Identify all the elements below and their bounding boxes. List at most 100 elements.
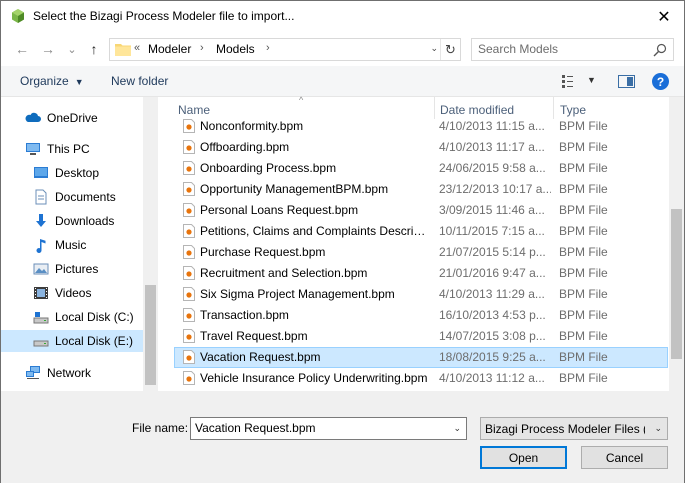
file-date: 10/11/2015 7:15 a... bbox=[439, 224, 545, 238]
file-row[interactable]: Travel Request.bpm 14/07/2015 3:08 p... … bbox=[174, 326, 668, 347]
sidebar-item-this-pc[interactable]: This PC bbox=[1, 138, 143, 160]
file-type: BPM File bbox=[559, 329, 608, 343]
sidebar-item-local-disk-e[interactable]: Local Disk (E:) bbox=[1, 330, 143, 352]
sidebar-item-label: Music bbox=[55, 238, 87, 252]
search-input[interactable] bbox=[478, 42, 648, 56]
main-area: OneDrive This PC Desktop Documents Downl… bbox=[1, 95, 684, 391]
title-bar[interactable]: Select the Bizagi Process Modeler file t… bbox=[1, 1, 684, 32]
sidebar-item-local-disk-c[interactable]: Local Disk (C:) bbox=[1, 306, 143, 328]
close-button[interactable]: ✕ bbox=[644, 1, 684, 32]
sidebar-item-label: Documents bbox=[55, 190, 116, 204]
sidebar-item-videos[interactable]: Videos bbox=[1, 282, 143, 304]
breadcrumb-modeler[interactable]: Modeler bbox=[148, 42, 191, 56]
bpm-file-icon bbox=[183, 140, 195, 154]
music-icon bbox=[36, 239, 46, 253]
refresh-button[interactable]: ↻ bbox=[440, 39, 460, 60]
file-name-combobox[interactable]: ⌄ bbox=[190, 417, 467, 440]
sidebar-item-desktop[interactable]: Desktop bbox=[1, 162, 143, 184]
file-row[interactable]: Recruitment and Selection.bpm 21/01/2016… bbox=[174, 263, 668, 284]
file-date: 21/01/2016 9:47 a... bbox=[439, 266, 546, 280]
downloads-icon bbox=[36, 214, 46, 227]
file-row[interactable]: Six Sigma Project Management.bpm 4/10/20… bbox=[174, 284, 668, 305]
dialog-footer: File name: ⌄ Bizagi Process Modeler File… bbox=[1, 391, 684, 483]
bpm-file-icon bbox=[183, 161, 195, 175]
scrollbar-thumb[interactable] bbox=[145, 285, 156, 385]
preview-pane-icon[interactable] bbox=[618, 75, 635, 88]
forward-arrow-icon: → bbox=[41, 41, 55, 57]
file-row[interactable]: Purchase Request.bpm 21/07/2015 5:14 p..… bbox=[174, 242, 668, 263]
sidebar-item-label: Videos bbox=[55, 286, 92, 300]
cancel-button[interactable]: Cancel bbox=[581, 446, 668, 469]
file-type: BPM File bbox=[559, 245, 608, 259]
bpm-file-icon bbox=[183, 350, 195, 364]
search-icon[interactable] bbox=[653, 43, 667, 57]
file-name: Transaction.bpm bbox=[200, 308, 289, 322]
up-button[interactable]: ↑ bbox=[85, 40, 103, 58]
new-folder-button[interactable]: New folder bbox=[111, 74, 168, 88]
network-icon bbox=[26, 366, 40, 379]
file-list-scrollbar[interactable] bbox=[669, 97, 684, 391]
file-type: BPM File bbox=[559, 182, 608, 196]
sidebar-item-pictures[interactable]: Pictures bbox=[1, 258, 143, 280]
bpm-file-icon bbox=[183, 371, 195, 385]
organize-button[interactable]: Organize ▼ bbox=[20, 74, 84, 88]
back-button[interactable]: ← bbox=[13, 40, 31, 58]
sidebar-item-label: Desktop bbox=[55, 166, 100, 180]
organize-label: Organize bbox=[20, 74, 69, 88]
sidebar-item-documents[interactable]: Documents bbox=[1, 186, 143, 208]
file-row[interactable]: Nonconformity.bpm 4/10/2013 11:15 a... B… bbox=[174, 116, 668, 137]
file-row[interactable]: Opportunity ManagementBPM.bpm 23/12/2013… bbox=[174, 179, 668, 200]
file-date: 24/06/2015 9:58 a... bbox=[439, 161, 546, 175]
chevron-down-icon[interactable]: ⌄ bbox=[453, 423, 461, 434]
chevron-down-icon[interactable]: ⌄ bbox=[654, 423, 662, 434]
file-row[interactable]: Offboarding.bpm 4/10/2013 11:17 a... BPM… bbox=[174, 137, 668, 158]
column-header-name[interactable]: Name bbox=[178, 103, 210, 117]
file-name-input[interactable] bbox=[195, 421, 445, 435]
column-header-date-modified[interactable]: Date modified bbox=[440, 103, 514, 117]
forward-button[interactable]: → bbox=[39, 40, 57, 58]
file-list: ^ Name Date modified Type Nonconformity.… bbox=[158, 95, 669, 391]
file-row[interactable]: Vehicle Insurance Policy Underwriting.bp… bbox=[174, 368, 668, 389]
navigation-row: ← → ⌄ ↑ « Modeler › Models › ⌄ ↻ bbox=[1, 32, 684, 66]
column-header-type[interactable]: Type bbox=[560, 103, 586, 117]
sidebar-item-downloads[interactable]: Downloads bbox=[1, 210, 143, 232]
breadcrumb-separator-icon[interactable]: › bbox=[200, 42, 204, 54]
address-bar[interactable]: « Modeler › Models › ⌄ ↻ bbox=[109, 38, 461, 61]
view-options-icon[interactable] bbox=[562, 75, 580, 88]
file-name: Opportunity ManagementBPM.bpm bbox=[200, 182, 389, 196]
file-type-select[interactable]: Bizagi Process Modeler Files (*.bpm) ⌄ bbox=[480, 417, 668, 440]
file-row-selected[interactable]: Vacation Request.bpm 18/08/2015 9:25 a..… bbox=[174, 347, 668, 368]
file-row[interactable]: Personal Loans Request.bpm 3/09/2015 11:… bbox=[174, 200, 668, 221]
bizagi-app-icon bbox=[12, 9, 24, 23]
file-type: BPM File bbox=[559, 203, 608, 217]
file-row[interactable]: Onboarding Process.bpm 24/06/2015 9:58 a… bbox=[174, 158, 668, 179]
breadcrumb-separator-icon[interactable]: › bbox=[266, 42, 270, 54]
caret-down-icon: ▼ bbox=[74, 77, 84, 87]
scrollbar-thumb[interactable] bbox=[671, 209, 682, 359]
bpm-file-icon bbox=[183, 245, 195, 259]
file-type: BPM File bbox=[559, 287, 608, 301]
sidebar-item-label: OneDrive bbox=[47, 111, 98, 125]
help-icon[interactable]: ? bbox=[652, 73, 669, 90]
recent-locations-button[interactable]: ⌄ bbox=[63, 40, 81, 58]
file-row[interactable]: Petitions, Claims and Complaints Descrip… bbox=[174, 221, 668, 242]
documents-icon bbox=[35, 189, 47, 205]
chevron-down-icon: ⌄ bbox=[67, 43, 77, 56]
open-button[interactable]: Open bbox=[480, 446, 567, 469]
bpm-file-icon bbox=[183, 182, 195, 196]
navigation-pane-scrollbar[interactable] bbox=[143, 97, 158, 391]
this-pc-icon bbox=[26, 143, 40, 155]
file-name: Six Sigma Project Management.bpm bbox=[200, 287, 395, 301]
file-date: 21/07/2015 5:14 p... bbox=[439, 245, 546, 259]
file-type: BPM File bbox=[559, 224, 608, 238]
breadcrumb-models[interactable]: Models bbox=[216, 42, 255, 56]
address-dropdown-icon[interactable]: ⌄ bbox=[430, 43, 438, 54]
file-row[interactable]: Transaction.bpm 16/10/2013 4:53 p... BPM… bbox=[174, 305, 668, 326]
sidebar-item-music[interactable]: Music bbox=[1, 234, 143, 256]
address-overflow-icon[interactable]: « bbox=[134, 42, 140, 54]
folder-icon bbox=[115, 44, 131, 56]
search-box[interactable] bbox=[471, 38, 674, 61]
sidebar-item-onedrive[interactable]: OneDrive bbox=[1, 107, 143, 129]
sidebar-item-network[interactable]: Network bbox=[1, 362, 143, 384]
view-caret-icon[interactable]: ▼ bbox=[587, 75, 596, 85]
